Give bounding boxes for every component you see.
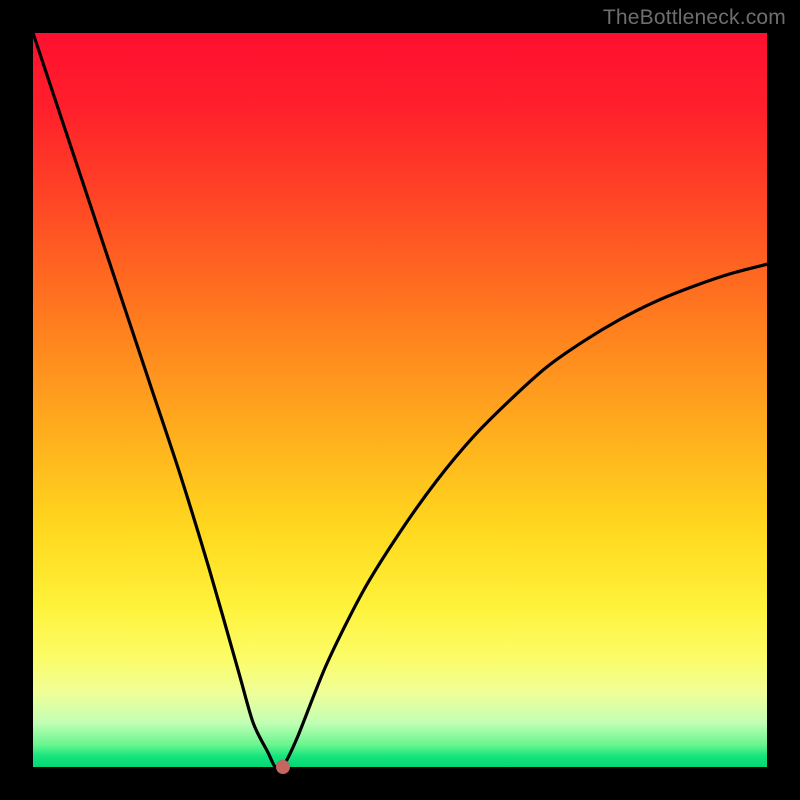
- plot-area: [33, 33, 767, 767]
- bottleneck-curve: [33, 33, 767, 767]
- chart-frame: TheBottleneck.com: [0, 0, 800, 800]
- watermark-text: TheBottleneck.com: [603, 6, 786, 30]
- curve-path: [33, 33, 767, 767]
- optimal-point-marker: [276, 760, 290, 774]
